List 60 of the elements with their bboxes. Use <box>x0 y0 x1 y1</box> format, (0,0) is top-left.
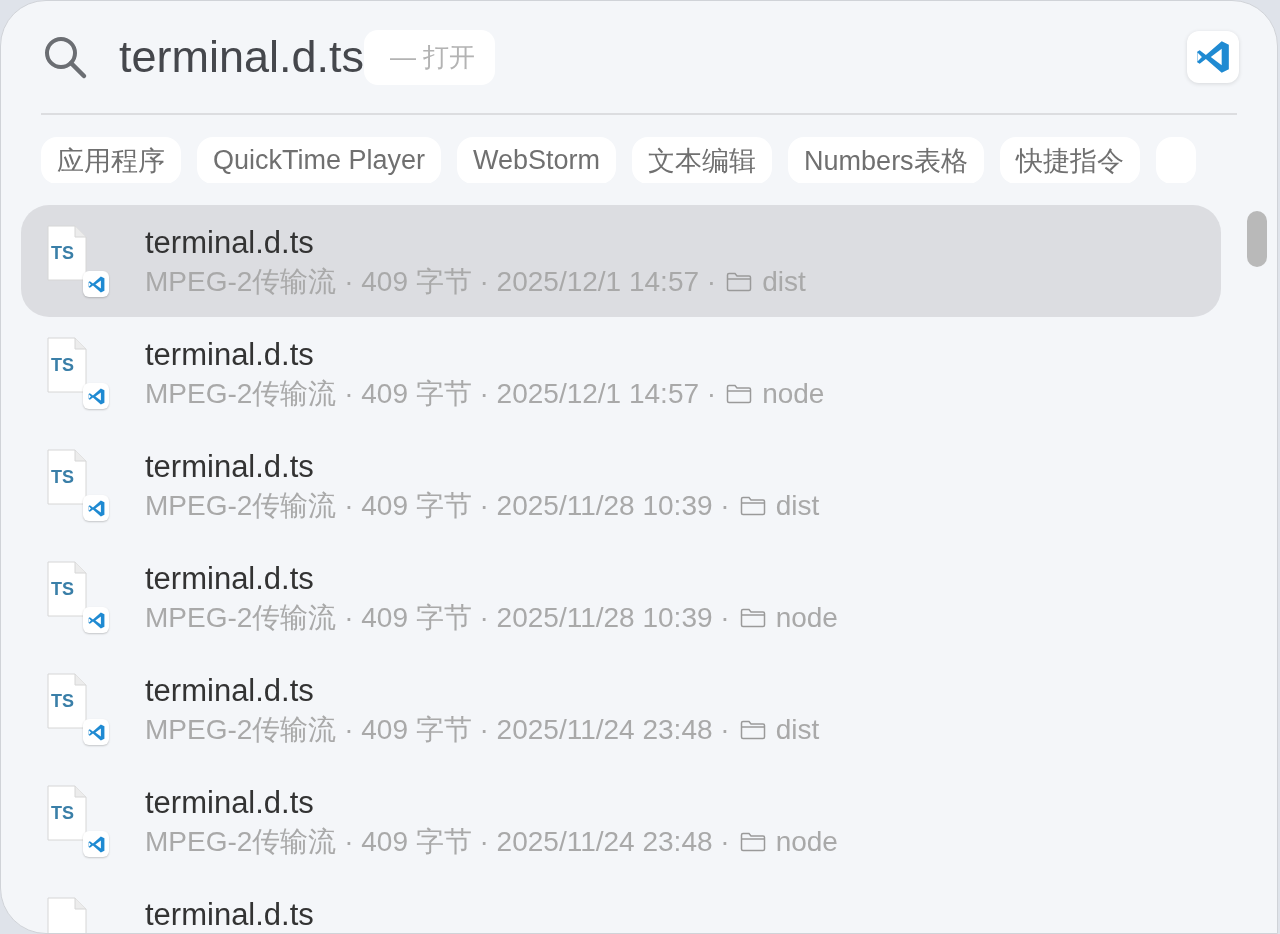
action-hint: — 打开 <box>364 29 496 85</box>
result-row[interactable]: TS terminal.d.ts MPEG-2传输流 · 409 字节 · 2025/11/28 10:39 · node <box>21 541 1221 653</box>
filter-chip[interactable]: WebStorm <box>457 137 617 183</box>
folder-icon <box>739 496 766 516</box>
code-editor-badge-icon <box>83 831 109 857</box>
result-row[interactable]: TS terminal.d.ts MPEG-2传输流 · 409 字节 · 2025/11/24 23:48 · dist <box>21 653 1221 765</box>
file-name: terminal.d.ts <box>145 785 315 821</box>
document-icon <box>47 449 87 505</box>
folder-icon <box>726 384 753 404</box>
filter-chip[interactable]: 文本编辑 <box>632 137 773 183</box>
filter-chip[interactable]: Numbers表格 <box>788 137 984 183</box>
file-details: MPEG-2传输流 · 409 字节 · 2025/11/24 23:48 · <box>145 825 730 859</box>
filter-chip[interactable]: 应用程序 <box>41 137 181 183</box>
code-editor-badge-icon <box>83 719 109 745</box>
folder-name: node <box>775 601 838 635</box>
file-name: terminal.d.ts <box>145 897 314 933</box>
folder-name: node <box>775 825 838 859</box>
code-editor-badge-icon <box>83 271 109 297</box>
folder-name: node <box>762 377 825 411</box>
document-icon <box>47 337 87 393</box>
file-name: terminal.d.ts <box>145 561 315 597</box>
folder-name: dist <box>775 713 820 747</box>
file-details: MPEG-2传输流 · 409 字节 · 2025/11/24 23:48 · <box>145 713 730 747</box>
code-editor-badge-icon <box>83 607 109 633</box>
folder-icon <box>739 832 766 852</box>
file-name: terminal.d.ts <box>145 225 315 261</box>
file-type-label: TS <box>51 243 74 263</box>
result-row[interactable]: TS terminal.d.ts MPEG-2传输流 · 409 字节 · 2025/12/1 14:57 · dist <box>21 205 1221 317</box>
document-icon <box>47 225 87 281</box>
document-icon <box>47 673 87 729</box>
file-details: MPEG-2传输流 · 409 字节 · 2025/12/1 14:57 · <box>145 265 717 299</box>
folder-icon <box>739 608 766 628</box>
file-details: MPEG-2传输流 · 409 字节 · 2025/11/28 10:39 · <box>145 601 730 635</box>
file-type-label: TS <box>51 467 74 487</box>
result-row[interactable]: terminal.d.ts <box>21 877 1221 933</box>
filter-chip[interactable]: 快捷指令 <box>999 137 1140 183</box>
document-icon <box>47 561 87 617</box>
code-editor-badge-icon <box>83 383 109 409</box>
file-name: terminal.d.ts <box>145 673 315 709</box>
folder-icon <box>739 720 766 740</box>
file-type-label: TS <box>51 803 74 823</box>
folder-name: dist <box>762 265 806 299</box>
file-type-label: TS <box>51 355 74 375</box>
file-name: terminal.d.ts <box>145 449 315 485</box>
folder-name: dist <box>775 489 820 523</box>
file-details: MPEG-2传输流 · 409 字节 · 2025/12/1 14:57 · <box>145 377 717 411</box>
code-editor-badge-icon <box>83 495 109 521</box>
search-query[interactable]: terminal.d.ts <box>119 31 365 83</box>
result-row[interactable]: TS terminal.d.ts MPEG-2传输流 · 409 字节 · 2025/11/28 10:39 · dist <box>21 429 1221 541</box>
file-type-label: TS <box>51 691 74 711</box>
folder-icon <box>726 272 753 292</box>
result-row[interactable]: TS terminal.d.ts MPEG-2传输流 · 409 字节 · 2025/12/1 14:57 · node <box>21 317 1221 429</box>
result-row[interactable]: TS terminal.d.ts MPEG-2传输流 · 409 字节 · 2025/11/24 23:48 · node <box>21 765 1221 877</box>
file-name: terminal.d.ts <box>145 337 315 373</box>
scrollbar-thumb[interactable] <box>1247 211 1267 267</box>
document-icon <box>47 785 87 841</box>
code-editor-app-icon[interactable] <box>1187 31 1239 83</box>
file-type-label: TS <box>51 579 74 599</box>
filter-chip[interactable]: QuickTime Player <box>197 137 442 183</box>
file-details: MPEG-2传输流 · 409 字节 · 2025/11/28 10:39 · <box>145 489 730 523</box>
